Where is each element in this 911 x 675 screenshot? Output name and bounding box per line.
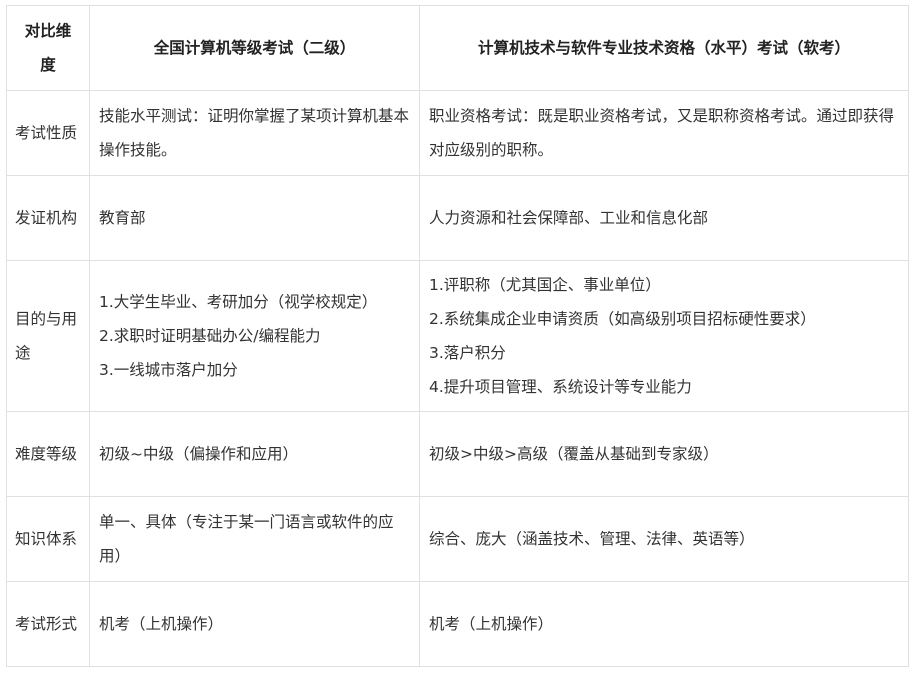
table-row: 知识体系 单一、具体（专注于某一门语言或软件的应用） 综合、庞大（涵盖技术、管理… [6,496,909,582]
list-item: 2.系统集成企业申请资质（如高级别项目招标硬性要求） [429,310,816,328]
row-dimension: 考试性质 [6,90,90,176]
header-ruankao: 计算机技术与软件专业技术资格（水平）考试（软考） [419,5,909,91]
table-row: 发证机构 教育部 人力资源和社会保障部、工业和信息化部 [6,175,909,261]
table-row: 难度等级 初级~中级（偏操作和应用） 初级>中级>高级（覆盖从基础到专家级） [6,411,909,497]
ncre-cell: 教育部 [89,175,420,261]
ruankao-cell: 职业资格考试：既是职业资格考试，又是职称资格考试。通过即获得对应级别的职称。 [419,90,909,176]
list-item: 3.一线城市落户加分 [99,361,238,379]
table-header: 对比维度 全国计算机等级考试（二级） 计算机技术与软件专业技术资格（水平）考试（… [6,5,909,91]
ncre-cell: 单一、具体（专注于某一门语言或软件的应用） [89,496,420,582]
ruankao-cell: 机考（上机操作） [419,581,909,667]
row-dimension: 考试形式 [6,581,90,667]
ruankao-cell: 初级>中级>高级（覆盖从基础到专家级） [419,411,909,497]
table-body: 考试性质 技能水平测试：证明你掌握了某项计算机基本操作技能。 职业资格考试：既是… [6,90,909,667]
header-ncre: 全国计算机等级考试（二级） [89,5,420,91]
list-item: 2.求职时证明基础办公/编程能力 [99,327,321,345]
list-item: 1.评职称（尤其国企、事业单位） [429,276,661,294]
table-row: 考试性质 技能水平测试：证明你掌握了某项计算机基本操作技能。 职业资格考试：既是… [6,90,909,176]
ruankao-cell: 人力资源和社会保障部、工业和信息化部 [419,175,909,261]
ncre-cell: 机考（上机操作） [89,581,420,667]
header-dimension: 对比维度 [6,5,90,91]
list-item: 3.落户积分 [429,344,506,362]
ncre-cell: 技能水平测试：证明你掌握了某项计算机基本操作技能。 [89,90,420,176]
page: 对比维度 全国计算机等级考试（二级） 计算机技术与软件专业技术资格（水平）考试（… [0,0,911,675]
row-dimension: 发证机构 [6,175,90,261]
ncre-cell: 初级~中级（偏操作和应用） [89,411,420,497]
list-item: 1.大学生毕业、考研加分（视学校规定） [99,293,378,311]
row-dimension: 知识体系 [6,496,90,582]
table-row: 目的与用途 1.大学生毕业、考研加分（视学校规定） 2.求职时证明基础办公/编程… [6,260,909,412]
row-dimension: 目的与用途 [6,260,90,412]
header-row: 对比维度 全国计算机等级考试（二级） 计算机技术与软件专业技术资格（水平）考试（… [6,5,909,91]
ruankao-cell: 1.评职称（尤其国企、事业单位） 2.系统集成企业申请资质（如高级别项目招标硬性… [419,260,909,412]
table-row: 考试形式 机考（上机操作） 机考（上机操作） [6,581,909,667]
ruankao-cell: 综合、庞大（涵盖技术、管理、法律、英语等） [419,496,909,582]
comparison-table: 对比维度 全国计算机等级考试（二级） 计算机技术与软件专业技术资格（水平）考试（… [6,5,909,667]
row-dimension: 难度等级 [6,411,90,497]
list-item: 4.提升项目管理、系统设计等专业能力 [429,378,692,396]
ncre-cell: 1.大学生毕业、考研加分（视学校规定） 2.求职时证明基础办公/编程能力 3.一… [89,260,420,412]
